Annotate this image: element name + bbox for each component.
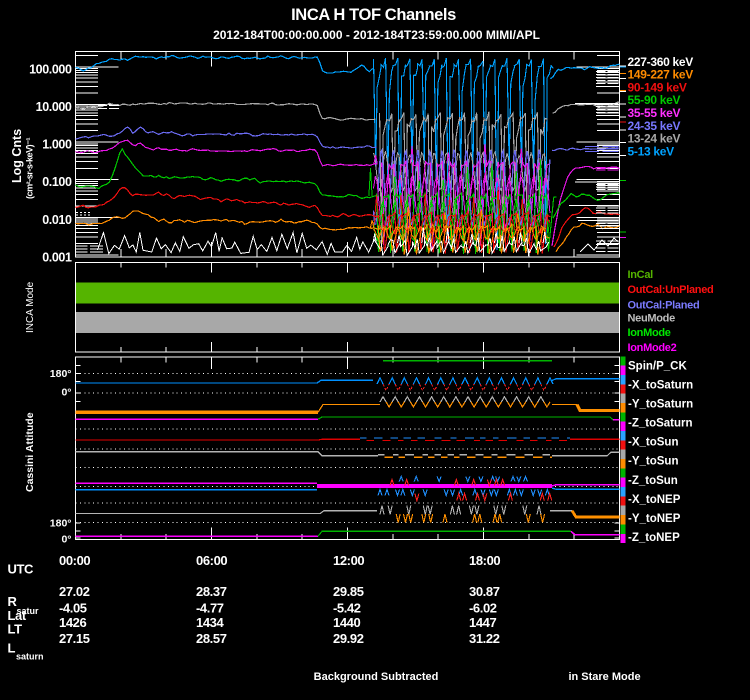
svg-text:30.87: 30.87 [469, 584, 500, 599]
svg-text:06:00: 06:00 [196, 553, 227, 568]
svg-text:-Z_toSun: -Z_toSun [628, 475, 678, 487]
svg-text:0°: 0° [61, 387, 71, 399]
svg-text:0.001: 0.001 [42, 250, 72, 264]
svg-text:Cassini Attitude: Cassini Attitude [24, 412, 36, 492]
svg-text:in Stare Mode: in Stare Mode [568, 671, 640, 683]
svg-text:-4.05: -4.05 [59, 601, 87, 616]
svg-text:-4.77: -4.77 [196, 601, 224, 616]
svg-text:180°: 180° [50, 518, 72, 530]
svg-text:12:00: 12:00 [333, 553, 364, 568]
svg-text:1447: 1447 [469, 615, 496, 630]
svg-text:-Z_toSaturn: -Z_toSaturn [628, 418, 693, 430]
svg-text:29.85: 29.85 [333, 584, 364, 599]
svg-text:NeuMode: NeuMode [628, 313, 676, 325]
svg-text:INCA H TOF Channels: INCA H TOF Channels [291, 6, 456, 24]
svg-text:-X_toNEP: -X_toNEP [628, 494, 681, 506]
svg-text:1426: 1426 [59, 615, 86, 630]
svg-text:0°: 0° [61, 534, 71, 546]
svg-text:10.000: 10.000 [36, 100, 72, 114]
svg-text:OutCal:UnPlaned: OutCal:UnPlaned [628, 284, 714, 296]
svg-text:(cm²-sr-s-keV)⁻¹: (cm²-sr-s-keV)⁻¹ [25, 137, 35, 199]
svg-text:InCal: InCal [628, 269, 654, 281]
svg-text:Background Subtracted: Background Subtracted [314, 671, 439, 683]
svg-text:2012-184T00:00:00.000 - 2012-1: 2012-184T00:00:00.000 - 2012-184T23:59:0… [213, 28, 540, 42]
svg-text:31.22: 31.22 [469, 631, 500, 646]
svg-text:-Y_toSun: -Y_toSun [628, 456, 678, 468]
svg-text:1.000: 1.000 [42, 138, 72, 152]
svg-text:0.100: 0.100 [42, 175, 72, 189]
svg-text:28.57: 28.57 [196, 631, 227, 646]
svg-text:-X_toSaturn: -X_toSaturn [628, 380, 693, 392]
svg-text:0.010: 0.010 [42, 213, 72, 227]
svg-text:-5.42: -5.42 [333, 601, 361, 616]
svg-text:1434: 1434 [196, 615, 224, 630]
svg-text:-Y_toNEP: -Y_toNEP [628, 513, 681, 525]
svg-text:100.000: 100.000 [29, 62, 72, 76]
svg-text:IonMode: IonMode [628, 327, 671, 339]
svg-text:5-13 keV: 5-13 keV [628, 144, 675, 158]
svg-text:27.02: 27.02 [59, 584, 90, 599]
svg-text:-Y_toSaturn: -Y_toSaturn [628, 399, 693, 411]
svg-text:Log Cnts: Log Cnts [10, 129, 24, 183]
svg-text:saturn: saturn [16, 652, 44, 662]
svg-text:-6.02: -6.02 [469, 601, 497, 616]
svg-text:1440: 1440 [333, 615, 360, 630]
svg-text:IonMode2: IonMode2 [628, 342, 677, 354]
svg-text:UTC: UTC [8, 562, 35, 577]
svg-text:OutCal:Planed: OutCal:Planed [628, 300, 700, 312]
svg-text:L: L [8, 640, 16, 655]
svg-text:28.37: 28.37 [196, 584, 227, 599]
svg-text:-X_toSun: -X_toSun [628, 437, 678, 449]
svg-text:INCA Mode: INCA Mode [25, 281, 36, 333]
svg-text:29.92: 29.92 [333, 631, 364, 646]
svg-text:00:00: 00:00 [59, 553, 90, 568]
svg-text:LT: LT [8, 622, 23, 637]
svg-text:27.15: 27.15 [59, 631, 90, 646]
svg-text:18:00: 18:00 [469, 553, 500, 568]
svg-text:-Z_toNEP: -Z_toNEP [628, 532, 680, 544]
svg-text:180°: 180° [50, 368, 72, 380]
svg-text:Spin/P_CK: Spin/P_CK [628, 360, 687, 372]
